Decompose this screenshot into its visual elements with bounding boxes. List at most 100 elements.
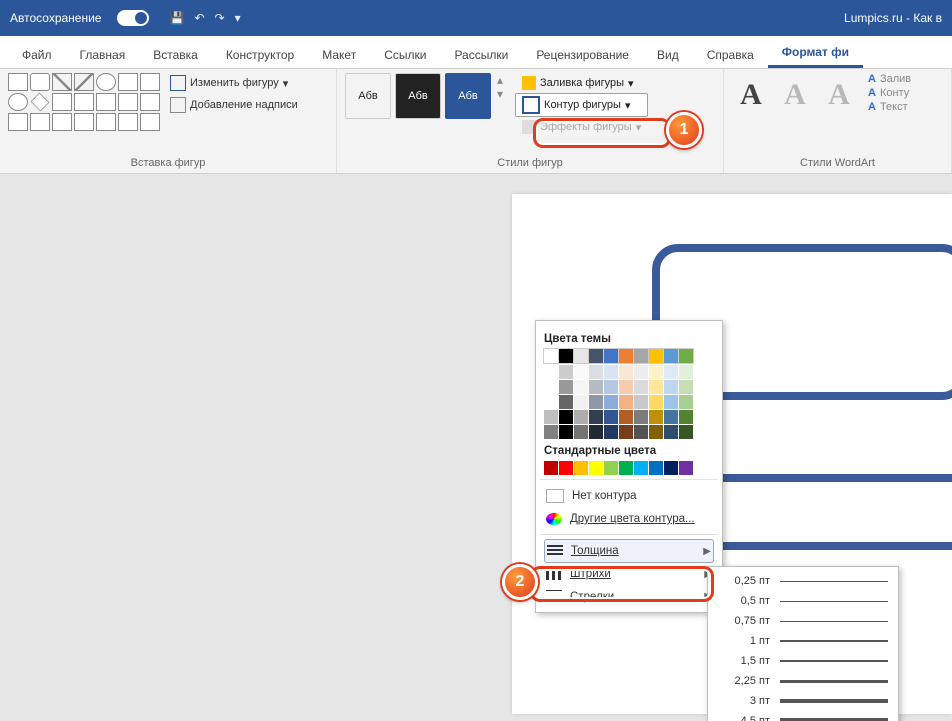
weight-option[interactable]: 0,5 пт (708, 591, 898, 611)
color-swatch[interactable] (649, 425, 663, 439)
color-swatch[interactable] (619, 425, 633, 439)
more-colors-item[interactable]: Другие цвета контура... (544, 508, 714, 530)
theme-color-row[interactable] (544, 349, 714, 363)
color-swatch[interactable] (679, 380, 693, 394)
color-swatch[interactable] (574, 349, 588, 363)
color-swatch[interactable] (679, 425, 693, 439)
color-swatch[interactable] (604, 395, 618, 409)
color-swatch[interactable] (559, 365, 573, 379)
color-swatch[interactable] (544, 380, 558, 394)
color-swatch[interactable] (649, 461, 663, 475)
color-swatch[interactable] (589, 461, 603, 475)
color-swatch[interactable] (604, 461, 618, 475)
color-swatch[interactable] (679, 410, 693, 424)
color-swatch[interactable] (619, 395, 633, 409)
color-swatch[interactable] (574, 365, 588, 379)
shape-fill-button[interactable]: Заливка фигуры ▾ (515, 73, 648, 93)
wordart-effects-button[interactable]: AТекст (868, 101, 911, 113)
color-swatch[interactable] (559, 425, 573, 439)
tab-mailings[interactable]: Рассылки (440, 41, 522, 68)
color-swatch[interactable] (574, 461, 588, 475)
color-swatch[interactable] (544, 365, 558, 379)
color-swatch[interactable] (649, 349, 663, 363)
color-swatch[interactable] (604, 365, 618, 379)
color-swatch[interactable] (649, 365, 663, 379)
save-icon[interactable]: 💾 (169, 11, 184, 25)
color-swatch[interactable] (664, 425, 678, 439)
color-swatch[interactable] (634, 425, 648, 439)
color-swatch[interactable] (664, 395, 678, 409)
tab-home[interactable]: Главная (66, 41, 140, 68)
color-swatch[interactable] (619, 410, 633, 424)
color-swatch[interactable] (634, 380, 648, 394)
shape-style-gallery[interactable]: Абв Абв Абв (345, 73, 491, 119)
tab-file[interactable]: Файл (8, 41, 66, 68)
color-swatch[interactable] (544, 425, 558, 439)
tab-insert[interactable]: Вставка (139, 41, 212, 68)
arrows-submenu-item[interactable]: Стрелки▶ (544, 585, 714, 608)
theme-color-tints[interactable] (544, 365, 714, 439)
color-swatch[interactable] (544, 410, 558, 424)
color-swatch[interactable] (664, 461, 678, 475)
style-swatch-2[interactable]: Абв (395, 73, 441, 119)
tab-view[interactable]: Вид (643, 41, 693, 68)
weight-option[interactable]: 1 пт (708, 631, 898, 651)
wordart-fill-button[interactable]: AЗалив (868, 73, 911, 85)
color-swatch[interactable] (589, 380, 603, 394)
color-swatch[interactable] (559, 461, 573, 475)
color-swatch[interactable] (619, 380, 633, 394)
wordart-gallery[interactable]: A A A (732, 73, 858, 117)
style-swatch-3[interactable]: Абв (445, 73, 491, 119)
shape-gallery[interactable] (8, 73, 160, 131)
shape-outline-button[interactable]: Контур фигуры ▾ (515, 93, 648, 117)
autosave-toggle[interactable] (117, 10, 149, 26)
color-swatch[interactable] (634, 410, 648, 424)
style-swatch-1[interactable]: Абв (345, 73, 391, 119)
color-swatch[interactable] (679, 461, 693, 475)
standard-color-row[interactable] (544, 461, 714, 475)
qat-more-icon[interactable]: ▾ (235, 11, 241, 25)
color-swatch[interactable] (574, 380, 588, 394)
weight-option[interactable]: 0,75 пт (708, 611, 898, 631)
color-swatch[interactable] (544, 395, 558, 409)
color-swatch[interactable] (544, 349, 558, 363)
edit-shape-button[interactable]: Изменить фигуру ▾ (166, 73, 302, 93)
color-swatch[interactable] (619, 461, 633, 475)
color-swatch[interactable] (574, 395, 588, 409)
tab-review[interactable]: Рецензирование (522, 41, 643, 68)
wordart-swatch[interactable]: A (776, 73, 814, 117)
color-swatch[interactable] (634, 349, 648, 363)
color-swatch[interactable] (559, 410, 573, 424)
add-caption-button[interactable]: Добавление надписи (166, 95, 302, 115)
color-swatch[interactable] (664, 349, 678, 363)
color-swatch[interactable] (604, 410, 618, 424)
color-swatch[interactable] (619, 349, 633, 363)
weight-option[interactable]: 1,5 пт (708, 651, 898, 671)
color-swatch[interactable] (649, 380, 663, 394)
color-swatch[interactable] (574, 410, 588, 424)
color-swatch[interactable] (664, 380, 678, 394)
weight-option[interactable]: 4,5 пт (708, 711, 898, 721)
weight-submenu-item[interactable]: Толщина ▶ (544, 539, 714, 563)
weight-option[interactable]: 0,25 пт (708, 571, 898, 591)
color-swatch[interactable] (664, 410, 678, 424)
wordart-outline-button[interactable]: AКонту (868, 87, 911, 99)
weight-option[interactable]: 3 пт (708, 691, 898, 711)
color-swatch[interactable] (589, 395, 603, 409)
color-swatch[interactable] (604, 380, 618, 394)
color-swatch[interactable] (559, 395, 573, 409)
wordart-swatch[interactable]: A (820, 73, 858, 117)
color-swatch[interactable] (559, 380, 573, 394)
color-swatch[interactable] (679, 395, 693, 409)
undo-icon[interactable]: ↶ (194, 11, 204, 25)
dashes-submenu-item[interactable]: Штрихи▶ (544, 563, 714, 585)
color-swatch[interactable] (544, 461, 558, 475)
color-swatch[interactable] (634, 461, 648, 475)
wordart-swatch[interactable]: A (732, 73, 770, 117)
color-swatch[interactable] (649, 410, 663, 424)
color-swatch[interactable] (634, 365, 648, 379)
weight-option[interactable]: 2,25 пт (708, 671, 898, 691)
tab-help[interactable]: Справка (693, 41, 768, 68)
no-outline-item[interactable]: Нет контура (544, 484, 714, 508)
color-swatch[interactable] (589, 365, 603, 379)
